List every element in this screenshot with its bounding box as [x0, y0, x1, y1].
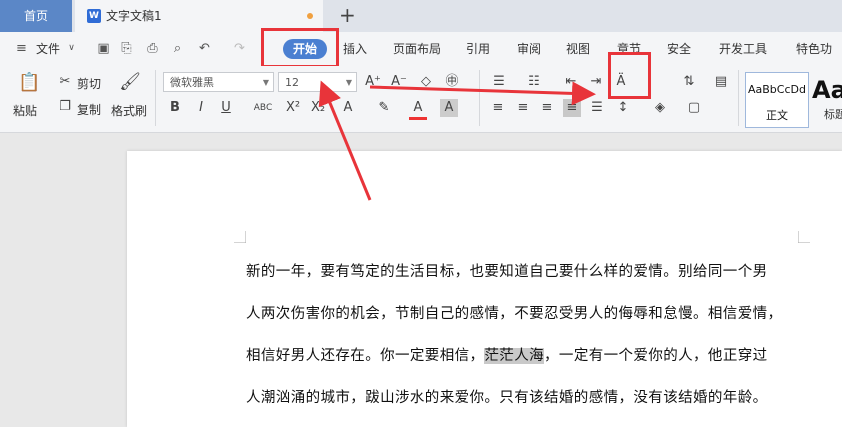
borders-icon[interactable]: ▢ [685, 99, 703, 117]
strikethrough-icon[interactable]: ABC [250, 99, 276, 117]
style-heading-preview: Aa [812, 76, 842, 104]
decrease-indent-icon[interactable]: ⇤ [562, 73, 580, 91]
document-area[interactable]: 新的一年，要有笃定的生活目标，也要知道自己要什么样的爱情。别给同一个男 人两次伤… [0, 133, 842, 427]
print-icon[interactable]: ⎙ [145, 41, 160, 56]
save-icon[interactable]: ▣ [96, 41, 111, 56]
char-shading-icon[interactable]: A [440, 99, 458, 117]
format-painter-button[interactable]: 格式刷 [111, 102, 147, 119]
copy-icon[interactable]: ❐ [56, 98, 74, 116]
text-run: ，一定有一个爱你的人，他正穿过 [544, 348, 768, 364]
print-preview-icon[interactable]: ⌕ [170, 41, 185, 56]
document-line: 新的一年，要有笃定的生活目标，也要知道自己要什么样的爱情。别给同一个男 [246, 264, 768, 280]
align-left-icon[interactable]: ≡ [489, 99, 507, 117]
font-size-value: 12 [285, 76, 299, 89]
superscript-icon[interactable]: X² [284, 99, 302, 117]
document-line: 人潮汹涌的城市，跋山涉水的来爱你。只有该结婚的感情，没有该结婚的年龄。 [246, 390, 768, 406]
chevron-down-icon[interactable]: ∨ [64, 41, 79, 56]
tab-home[interactable]: 首页 [0, 0, 72, 32]
bullet-list-icon[interactable]: ☰ [490, 73, 508, 91]
text-effect-icon[interactable]: A [339, 99, 357, 117]
highlight-icon[interactable]: ✎ [375, 99, 393, 117]
text-run: 相信好男人还存在。你一定要相信， [246, 348, 485, 364]
shading-icon[interactable]: ◈ [651, 99, 669, 117]
chevron-down-icon: ▼ [262, 78, 269, 87]
bold-icon[interactable]: B [166, 99, 184, 117]
style-heading[interactable]: Aa 标题 [810, 72, 842, 126]
style-normal[interactable]: AaBbCcDd 正文 [745, 72, 809, 128]
sort-icon[interactable]: ⇅ [680, 73, 698, 91]
document-tab-title: 文字文稿1 [106, 9, 162, 23]
distributed-align-icon[interactable]: ☰ [588, 99, 606, 117]
menu-page-layout[interactable]: 页面布局 [393, 32, 441, 66]
document-line: 人两次伤害你的机会，节制自己的感情，不要忍受男人的侮辱和怠慢。相信爱情， [246, 306, 783, 322]
subscript-icon[interactable]: X₂ [309, 99, 327, 117]
show-marks-icon[interactable]: ▤ [712, 73, 730, 91]
style-normal-label: 正文 [766, 109, 788, 122]
selected-text[interactable]: 茫茫人海 [484, 348, 545, 364]
style-heading-label: 标题 [824, 108, 842, 121]
wps-writer-icon: W [87, 9, 101, 23]
numbered-list-icon[interactable]: ☷ [525, 73, 543, 91]
paste-button[interactable]: 粘贴 [13, 102, 37, 119]
unsaved-dot-icon [307, 13, 313, 19]
scissors-icon[interactable]: ✂ [56, 73, 74, 91]
font-size-select[interactable]: 12 ▼ [278, 72, 357, 92]
cut-button[interactable]: 剪切 [77, 75, 101, 92]
export-icon[interactable]: ⎘ [119, 41, 134, 56]
font-name-select[interactable]: 微软雅黑 ▼ [163, 72, 274, 92]
menu-insert[interactable]: 插入 [343, 32, 367, 66]
format-painter-icon[interactable]: 🖌 [119, 73, 141, 95]
copy-button[interactable]: 复制 [77, 101, 101, 118]
undo-icon[interactable]: ↶ [197, 41, 212, 56]
document-page[interactable]: 新的一年，要有笃定的生活目标，也要知道自己要什么样的爱情。别给同一个男 人两次伤… [127, 151, 842, 427]
justify-icon[interactable]: ≡ [563, 99, 581, 117]
font-name-value: 微软雅黑 [170, 76, 214, 89]
underline-icon[interactable]: U [217, 99, 235, 117]
menu-developer[interactable]: 开发工具 [719, 32, 767, 66]
menu-file[interactable]: 文件 [36, 32, 60, 66]
font-color-icon[interactable]: A [409, 99, 427, 120]
italic-icon[interactable]: I [192, 99, 210, 117]
clear-format-icon[interactable]: ◇ [417, 73, 435, 91]
annotation-box-start [261, 28, 339, 68]
grow-font-icon[interactable]: A⁺ [364, 73, 382, 91]
margin-corner-mark [234, 231, 246, 243]
shrink-font-icon[interactable]: A⁻ [390, 73, 408, 91]
phonetic-guide-icon[interactable]: ㊥ [443, 73, 461, 91]
ribbon-separator [738, 70, 739, 126]
menu-security[interactable]: 安全 [667, 32, 691, 66]
paste-icon[interactable]: 📋 [18, 74, 40, 96]
document-line: 相信好男人还存在。你一定要相信，茫茫人海，一定有一个爱你的人，他正穿过 [246, 344, 811, 365]
ribbon-toolbar: 📋 粘贴 ✂ 剪切 ❐ 复制 🖌 格式刷 微软雅黑 ▼ 12 ▼ A⁺ A⁻ ◇… [0, 66, 842, 133]
menu-view[interactable]: 视图 [566, 32, 590, 66]
hamburger-icon[interactable]: ≡ [14, 41, 29, 56]
menu-bar: ≡ 文件 ∨ ▣ ⎘ ⎙ ⌕ ↶ ↷ 开始 插入 页面布局 引用 审阅 视图 章… [0, 32, 842, 90]
align-right-icon[interactable]: ≡ [538, 99, 556, 117]
line-spacing-icon[interactable]: ↕ [614, 99, 632, 117]
menu-review[interactable]: 审阅 [517, 32, 541, 66]
redo-icon[interactable]: ↷ [232, 41, 247, 56]
tab-strip: 首页 W 文字文稿1 + [0, 0, 842, 32]
ribbon-separator [155, 70, 156, 126]
ribbon-separator [479, 70, 480, 126]
increase-indent-icon[interactable]: ⇥ [587, 73, 605, 91]
margin-corner-mark [798, 231, 810, 243]
style-normal-preview: AaBbCcDd [748, 83, 806, 96]
chevron-down-icon: ▼ [345, 78, 352, 87]
menu-references[interactable]: 引用 [466, 32, 490, 66]
align-center-icon[interactable]: ≡ [514, 99, 532, 117]
new-tab-button[interactable]: + [339, 3, 356, 27]
annotation-box-chinese-layout [608, 52, 651, 99]
